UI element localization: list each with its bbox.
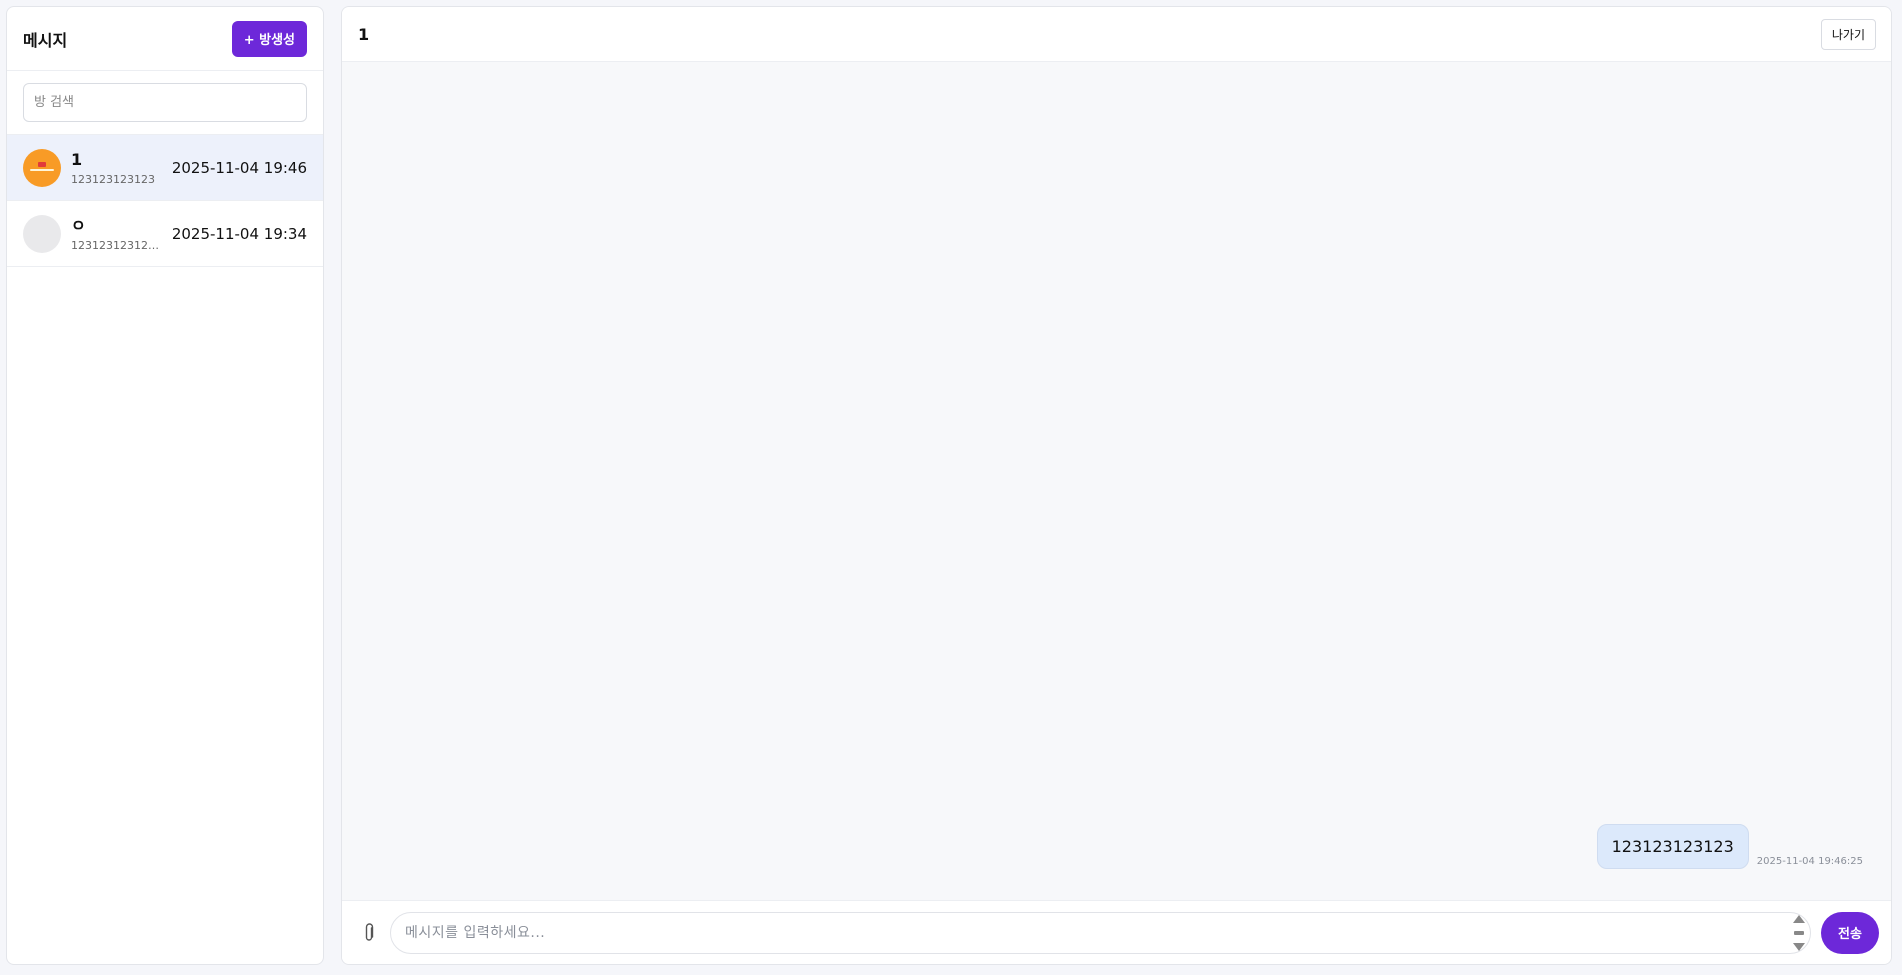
room-time: 2025-11-04 19:34 xyxy=(171,224,307,243)
message-bubble: 123123123123 xyxy=(1596,824,1749,869)
new-room-button[interactable]: + 방생성 xyxy=(231,20,307,57)
chat-panel: 1 나가기 123123123123 2025-11-04 19:46:25 메… xyxy=(341,6,1892,965)
message-time: 2025-11-04 19:46:25 xyxy=(1756,856,1863,867)
room-info: ㅇ 12312312312312… xyxy=(71,216,166,252)
room-search-input[interactable] xyxy=(23,83,307,122)
room-time: 2025-11-04 19:46 xyxy=(171,158,307,177)
room-name: 1 xyxy=(71,149,83,169)
room-sidebar: 메시지 + 방생성 1 123123123123 2025-11-04 19:4… xyxy=(6,6,324,965)
message-list[interactable]: 123123123123 2025-11-04 19:46:25 xyxy=(342,62,1891,900)
room-info: 1 123123123123 xyxy=(71,150,166,186)
room-name: ㅇ xyxy=(71,215,86,235)
message-composer: 전송 xyxy=(342,900,1891,964)
chat-header: 1 나가기 xyxy=(342,7,1891,62)
room-search-wrapper xyxy=(7,71,323,135)
scroll-thumb-icon[interactable] xyxy=(1793,930,1805,936)
scroll-down-icon[interactable] xyxy=(1793,942,1805,951)
input-scrollbar[interactable] xyxy=(1790,914,1808,951)
send-button[interactable]: 전송 xyxy=(1821,911,1879,954)
room-avatar xyxy=(23,214,61,253)
scroll-up-icon[interactable] xyxy=(1793,914,1805,923)
message-input[interactable] xyxy=(405,924,1790,941)
room-avatar xyxy=(23,148,61,187)
sidebar-title: 메시지 xyxy=(23,30,68,50)
room-last-message: 123123123123 xyxy=(71,172,155,186)
sidebar-header: 메시지 + 방생성 xyxy=(7,7,323,71)
message-row: 123123123123 2025-11-04 19:46:25 xyxy=(1596,824,1863,869)
avatar-image-icon xyxy=(30,161,54,174)
message-input-wrapper xyxy=(390,911,1811,954)
room-last-message: 12312312312312… xyxy=(71,238,166,252)
room-list-item[interactable]: ㅇ 12312312312312… 2025-11-04 19:34 xyxy=(7,201,323,267)
leave-room-button[interactable]: 나가기 xyxy=(1820,18,1876,50)
room-list-item[interactable]: 1 123123123123 2025-11-04 19:46 xyxy=(7,135,323,201)
paperclip-icon[interactable] xyxy=(358,922,380,944)
chat-room-title: 1 xyxy=(358,24,370,44)
messenger-app: 메시지 + 방생성 1 123123123123 2025-11-04 19:4… xyxy=(0,0,1902,975)
